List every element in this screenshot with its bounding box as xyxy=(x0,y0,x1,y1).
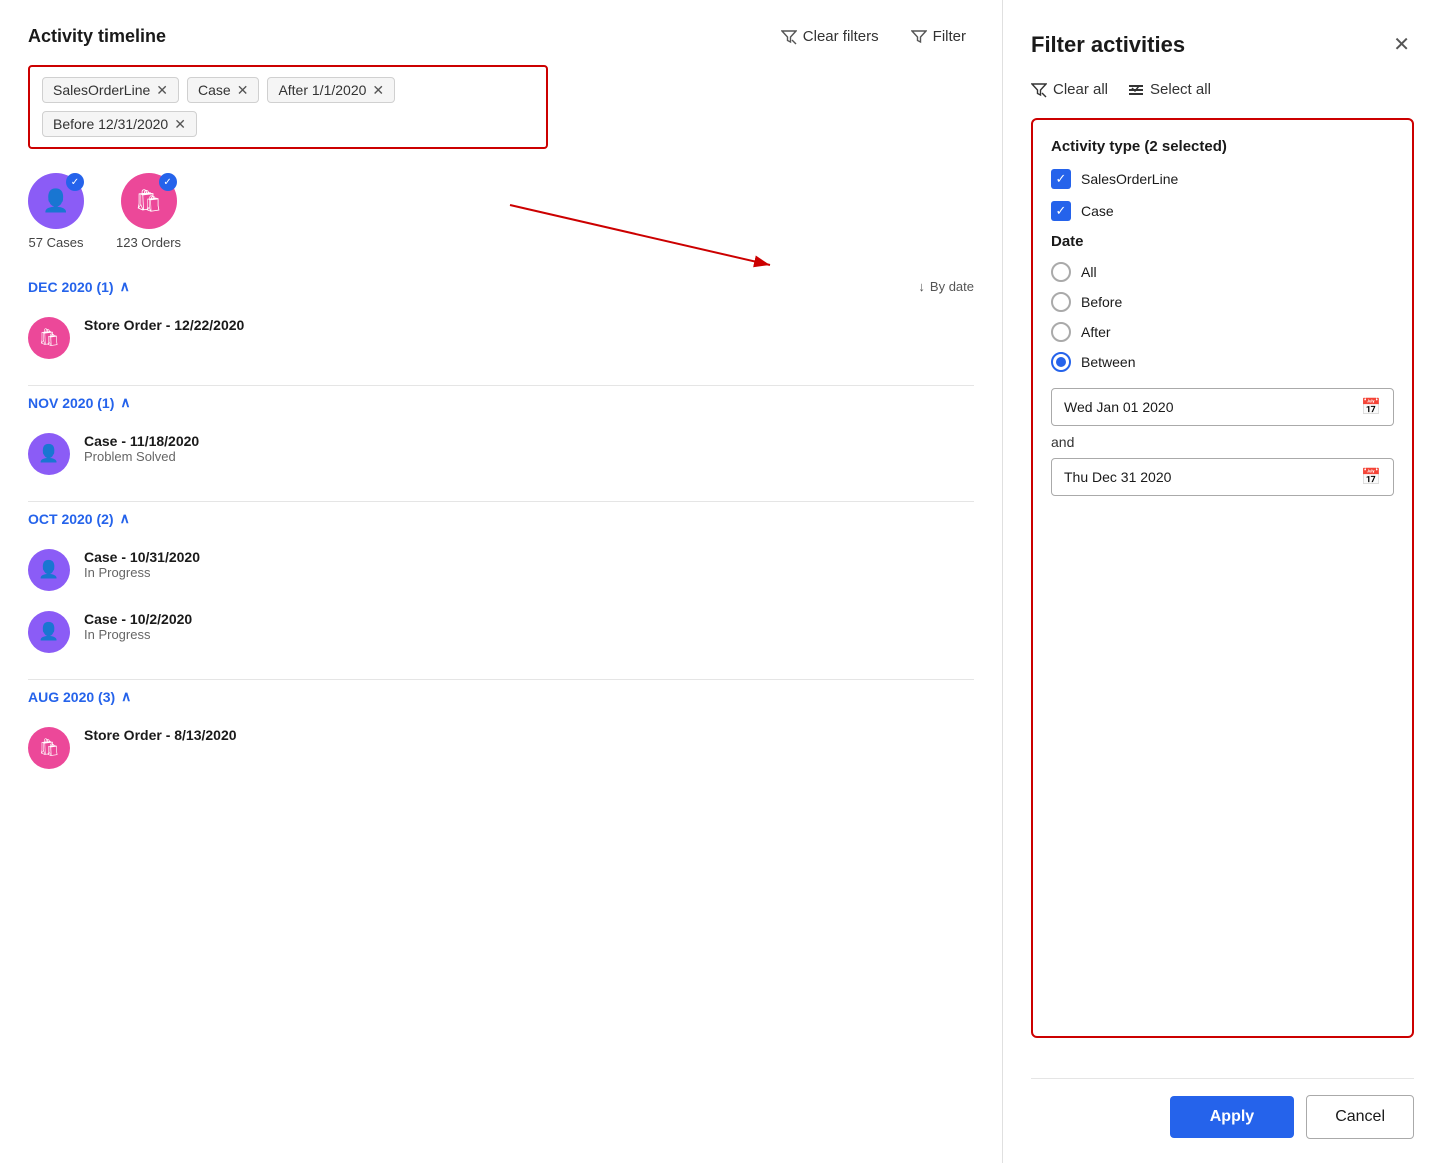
orders-label: 123 Orders xyxy=(116,235,181,250)
case-nov-icon: 👤 xyxy=(28,433,70,475)
remove-after-tag[interactable]: ✕ xyxy=(372,83,384,97)
date-section-title: Date xyxy=(1051,233,1394,250)
cancel-button[interactable]: Cancel xyxy=(1306,1095,1414,1139)
dec-month-label[interactable]: DEC 2020 (1) ∧ xyxy=(28,278,130,295)
orders-avatar: 🛍 ✓ xyxy=(121,173,177,229)
radio-before[interactable]: Before xyxy=(1051,292,1394,312)
checkbox-salesorderline[interactable]: ✓ SalesOrderLine xyxy=(1051,169,1394,189)
radio-all-circle[interactable] xyxy=(1051,262,1071,282)
radio-before-circle[interactable] xyxy=(1051,292,1071,312)
store-order-aug-icon: 🛍 xyxy=(28,727,70,769)
stat-cases: 👤 ✓ 57 Cases xyxy=(28,173,84,250)
date-and-label: and xyxy=(1051,434,1394,450)
timeline-item: 👤 Case - 10/2/2020 In Progress xyxy=(28,601,974,663)
clear-all-icon xyxy=(1031,82,1047,98)
filter-tag-after: After 1/1/2020 ✕ xyxy=(267,77,395,103)
timeline-item: 👤 Case - 10/31/2020 In Progress xyxy=(28,539,974,601)
date-radio-group: All Before After Between xyxy=(1051,262,1394,372)
case-oct2-title: Case - 10/2/2020 xyxy=(84,611,974,627)
close-button[interactable]: ✕ xyxy=(1389,28,1414,61)
store-order-icon: 🛍 xyxy=(28,317,70,359)
activity-type-title: Activity type (2 selected) xyxy=(1051,138,1394,155)
remove-before-tag[interactable]: ✕ xyxy=(174,117,186,131)
divider xyxy=(28,385,974,386)
radio-all-label: All xyxy=(1081,264,1097,280)
case-oct1-title: Case - 10/31/2020 xyxy=(84,549,974,565)
calendar-to-icon[interactable]: 📅 xyxy=(1361,467,1381,487)
nov-month-label[interactable]: NOV 2020 (1) ∧ xyxy=(28,394,131,411)
filter-button[interactable]: Filter xyxy=(903,24,974,49)
date-from-input[interactable] xyxy=(1064,399,1361,415)
radio-after[interactable]: After xyxy=(1051,322,1394,342)
filter-tag-before: Before 12/31/2020 ✕ xyxy=(42,111,197,137)
radio-before-label: Before xyxy=(1081,294,1122,310)
case-checkbox[interactable]: ✓ xyxy=(1051,201,1071,221)
timeline-dec-2020: DEC 2020 (1) ∧ ↓ By date 🛍 Store Order -… xyxy=(28,278,974,369)
clear-all-button[interactable]: Clear all xyxy=(1031,81,1108,98)
timeline-item: 🛍 Store Order - 12/22/2020 xyxy=(28,307,974,369)
panel-footer: Apply Cancel xyxy=(1031,1078,1414,1139)
oct-month-label[interactable]: OCT 2020 (2) ∧ xyxy=(28,510,130,527)
case-oct2-icon: 👤 xyxy=(28,611,70,653)
filter-tags-container: SalesOrderLine ✕ Case ✕ After 1/1/2020 ✕… xyxy=(28,65,548,149)
dec-month-header: DEC 2020 (1) ∧ ↓ By date xyxy=(28,278,974,295)
aug-month-header: AUG 2020 (3) ∧ xyxy=(28,688,974,705)
filter-icon xyxy=(911,29,927,45)
radio-between-label: Between xyxy=(1081,354,1135,370)
nov-month-header: NOV 2020 (1) ∧ xyxy=(28,394,974,411)
date-to-input-wrap[interactable]: 📅 xyxy=(1051,458,1394,496)
case-nov-title: Case - 11/18/2020 xyxy=(84,433,974,449)
panel-toolbar: Clear all Select all xyxy=(1031,81,1414,98)
checkbox-case[interactable]: ✓ Case xyxy=(1051,201,1394,221)
filter-tag-case: Case ✕ xyxy=(187,77,259,103)
radio-after-label: After xyxy=(1081,324,1111,340)
cases-label: 57 Cases xyxy=(29,235,84,250)
divider xyxy=(28,679,974,680)
activity-header: Activity timeline Clear filters Filter xyxy=(28,24,974,49)
left-panel: Activity timeline Clear filters Filter S… xyxy=(0,0,1002,1163)
apply-button[interactable]: Apply xyxy=(1170,1096,1294,1138)
remove-salesorderline-tag[interactable]: ✕ xyxy=(156,83,168,97)
store-order-dec-title: Store Order - 12/22/2020 xyxy=(84,317,974,333)
timeline-nov-2020: NOV 2020 (1) ∧ 👤 Case - 11/18/2020 Probl… xyxy=(28,394,974,485)
timeline-item: 👤 Case - 11/18/2020 Problem Solved xyxy=(28,423,974,485)
filter-section-box: Activity type (2 selected) ✓ SalesOrderL… xyxy=(1031,118,1414,1038)
timeline-aug-2020: AUG 2020 (3) ∧ 🛍 Store Order - 8/13/2020 xyxy=(28,688,974,779)
case-label: Case xyxy=(1081,203,1114,219)
stat-orders: 🛍 ✓ 123 Orders xyxy=(116,173,181,250)
clear-filters-button[interactable]: Clear filters xyxy=(773,24,887,49)
select-all-button[interactable]: Select all xyxy=(1128,81,1211,98)
filter-tag-salesorderline: SalesOrderLine ✕ xyxy=(42,77,179,103)
select-all-icon xyxy=(1128,82,1144,98)
case-oct1-sub: In Progress xyxy=(84,565,974,580)
aug-month-label[interactable]: AUG 2020 (3) ∧ xyxy=(28,688,131,705)
panel-header: Filter activities ✕ xyxy=(1031,28,1414,61)
oct-month-header: OCT 2020 (2) ∧ xyxy=(28,510,974,527)
divider xyxy=(28,501,974,502)
date-to-input[interactable] xyxy=(1064,469,1361,485)
date-from-input-wrap[interactable]: 📅 xyxy=(1051,388,1394,426)
case-nov-sub: Problem Solved xyxy=(84,449,974,464)
sort-by-date-button[interactable]: ↓ By date xyxy=(918,279,974,294)
radio-after-circle[interactable] xyxy=(1051,322,1071,342)
radio-between[interactable]: Between xyxy=(1051,352,1394,372)
remove-case-tag[interactable]: ✕ xyxy=(237,83,249,97)
right-panel: Filter activities ✕ Clear all Select all… xyxy=(1002,0,1442,1163)
calendar-from-icon[interactable]: 📅 xyxy=(1361,397,1381,417)
stats-row: 👤 ✓ 57 Cases 🛍 ✓ 123 Orders xyxy=(28,173,974,250)
timeline-oct-2020: OCT 2020 (2) ∧ 👤 Case - 10/31/2020 In Pr… xyxy=(28,510,974,663)
cases-avatar: 👤 ✓ xyxy=(28,173,84,229)
radio-between-circle[interactable] xyxy=(1051,352,1071,372)
clear-filters-icon xyxy=(781,29,797,45)
salesorderline-label: SalesOrderLine xyxy=(1081,171,1178,187)
store-order-aug-title: Store Order - 8/13/2020 xyxy=(84,727,974,743)
timeline-item: 🛍 Store Order - 8/13/2020 xyxy=(28,717,974,779)
case-oct1-icon: 👤 xyxy=(28,549,70,591)
radio-all[interactable]: All xyxy=(1051,262,1394,282)
header-actions: Clear filters Filter xyxy=(773,24,974,49)
case-oct2-sub: In Progress xyxy=(84,627,974,642)
activity-title: Activity timeline xyxy=(28,26,166,47)
salesorderline-checkbox[interactable]: ✓ xyxy=(1051,169,1071,189)
panel-title: Filter activities xyxy=(1031,32,1185,58)
